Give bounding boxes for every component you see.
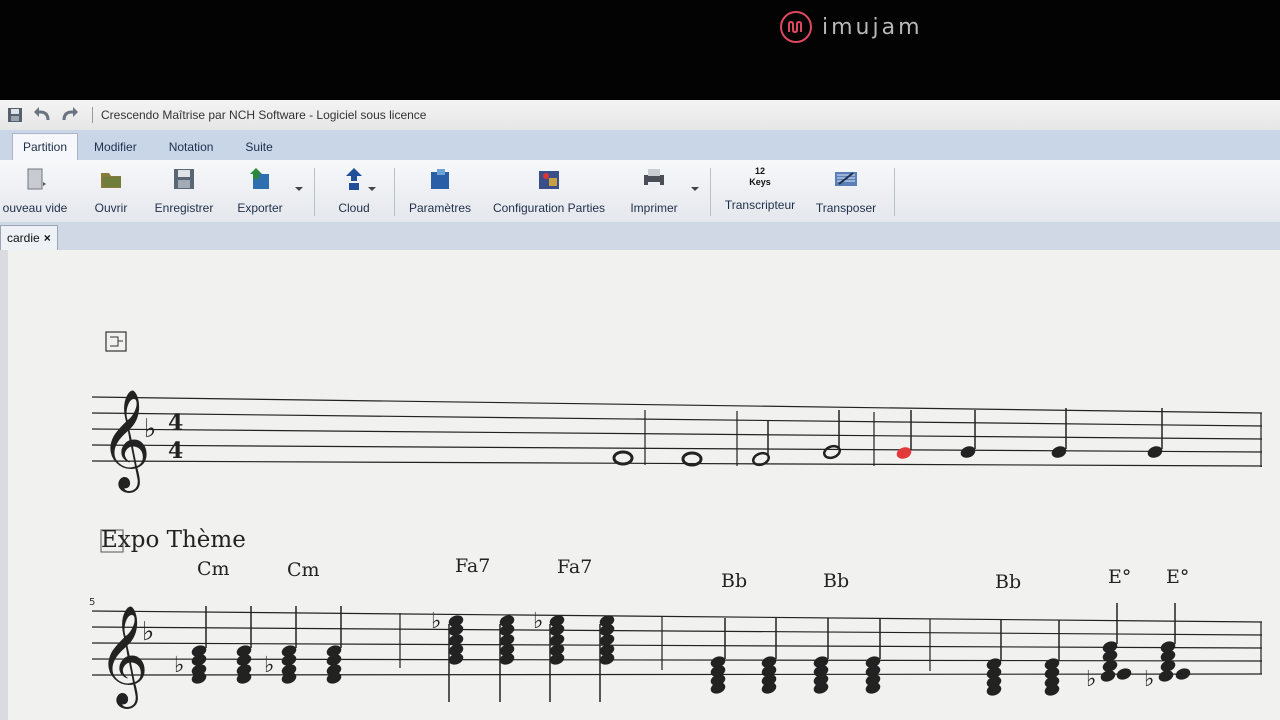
video-top-bar: imujam bbox=[0, 0, 1280, 100]
svg-text:♭: ♭ bbox=[533, 609, 543, 634]
chord-symbol[interactable]: E° bbox=[1108, 566, 1131, 588]
chord-notes[interactable] bbox=[813, 618, 829, 695]
staff-1 bbox=[91, 396, 1263, 467]
chord-notes[interactable] bbox=[1044, 620, 1060, 697]
music-score: 𝄞 ♭ 4 4 Expo Thème Cm Cm Fa7 Fa7 Bb Bb B… bbox=[89, 331, 1263, 709]
svg-text:♭: ♭ bbox=[431, 609, 441, 634]
quarter-note[interactable] bbox=[959, 410, 977, 460]
chord-notes[interactable] bbox=[710, 618, 726, 695]
chord-symbol[interactable]: Fa7 bbox=[455, 555, 490, 577]
svg-text:♭: ♭ bbox=[1144, 667, 1154, 692]
chord-symbol[interactable]: E° bbox=[1166, 566, 1189, 588]
chord-symbol[interactable]: Bb bbox=[721, 570, 747, 592]
chord-notes[interactable] bbox=[236, 606, 252, 685]
time-signature-top: 4 bbox=[168, 410, 183, 436]
watermark-text: imujam bbox=[822, 14, 923, 40]
chord-notes[interactable]: ♭ bbox=[264, 606, 297, 685]
watermark-logo: imujam bbox=[780, 11, 923, 43]
chord-notes[interactable] bbox=[761, 618, 777, 695]
svg-text:♭: ♭ bbox=[1086, 667, 1096, 692]
chord-symbol[interactable]: Bb bbox=[995, 571, 1021, 593]
app-window: Crescendo Maîtrise par NCH Software - Lo… bbox=[0, 100, 1280, 720]
flat-accidental-icon: ♭ bbox=[142, 617, 154, 647]
flat-accidental-icon: ♭ bbox=[144, 414, 156, 444]
chord-notes[interactable] bbox=[599, 614, 615, 702]
chord-notes[interactable]: ♭ bbox=[431, 609, 464, 702]
quarter-note[interactable] bbox=[1050, 408, 1068, 460]
measure-number: 5 bbox=[89, 597, 95, 608]
half-note[interactable] bbox=[752, 420, 771, 467]
time-signature-bottom: 4 bbox=[168, 438, 183, 464]
whole-note[interactable] bbox=[612, 450, 634, 466]
chord-notes[interactable] bbox=[986, 620, 1002, 697]
svg-text:♭: ♭ bbox=[174, 653, 184, 678]
staff-2-chords[interactable]: ♭ ♭ ♭ ♭ ♭ ♭ bbox=[174, 603, 1191, 702]
chord-symbol[interactable]: Fa7 bbox=[557, 556, 592, 578]
chord-symbol[interactable]: Cm bbox=[287, 559, 320, 581]
section-label[interactable]: Expo Thème bbox=[101, 527, 246, 553]
chord-notes[interactable]: ♭ bbox=[533, 609, 565, 702]
quarter-note[interactable] bbox=[1146, 408, 1164, 460]
chord-symbol[interactable]: Cm bbox=[197, 558, 230, 580]
chord-notes[interactable] bbox=[499, 614, 515, 702]
svg-text:♭: ♭ bbox=[264, 653, 274, 678]
part-marker-icon[interactable] bbox=[105, 331, 127, 352]
chord-notes[interactable] bbox=[865, 618, 881, 695]
chord-symbol[interactable]: Bb bbox=[823, 570, 849, 592]
imujam-logo-icon bbox=[780, 11, 812, 43]
chord-notes[interactable] bbox=[326, 606, 342, 685]
chord-notes[interactable]: ♭ bbox=[174, 606, 207, 685]
